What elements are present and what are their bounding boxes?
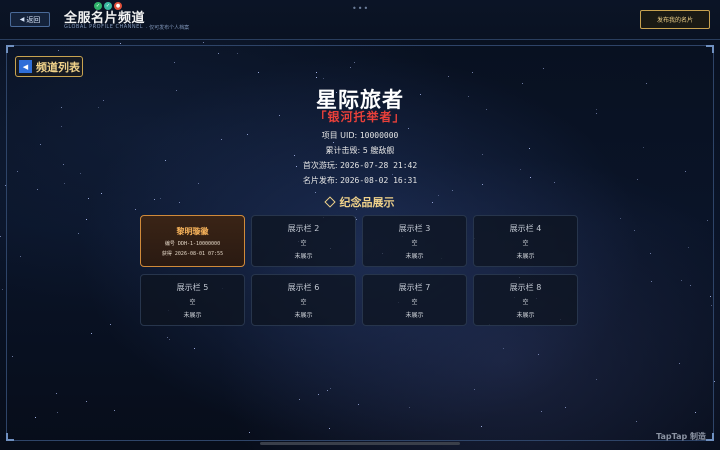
showcase-grid: 黎明璇徽 编号 DDH-1-10000000 获得 2026-08-01 07:… xyxy=(140,215,578,326)
published-value: 2026-08-02 16:31 xyxy=(340,176,418,185)
slot-status: 未展示 xyxy=(294,252,313,260)
star-dot xyxy=(714,381,715,382)
kills-value: 5 艘敌舰 xyxy=(362,146,395,155)
panel-corner xyxy=(706,45,714,53)
kills-label: 累计击毁: xyxy=(325,146,361,155)
published-row: 名片发布: 2026-08-02 16:31 xyxy=(0,175,720,186)
panel-corner xyxy=(6,433,14,441)
slot-title: 展示栏 7 xyxy=(398,282,431,292)
first-play-value: 2026-07-28 21:42 xyxy=(340,161,418,170)
star-dot xyxy=(0,236,1,237)
showcase-title: 纪念品展示 xyxy=(339,196,395,209)
profile-epithet: 「银河托举者」 xyxy=(314,110,406,124)
slot-state: 空 xyxy=(300,239,307,247)
drag-handle-icon[interactable]: ••• xyxy=(352,4,369,13)
uid-row: 项目 UID: 10000000 xyxy=(0,130,720,141)
left-triangle-icon: ◀ xyxy=(19,60,32,73)
back-triangle-icon: ◀ xyxy=(19,16,25,23)
showcase-slot-5[interactable]: 展示栏 5 空 未展示 xyxy=(140,274,245,326)
slot-status: 未展示 xyxy=(405,311,424,319)
slot-title: 展示栏 3 xyxy=(398,223,431,233)
showcase-slot-3[interactable]: 展示栏 3 空 未展示 xyxy=(362,215,467,267)
back-button-label: 返回 xyxy=(26,15,41,24)
uid-value: 10000000 xyxy=(359,131,399,140)
showcase-slot-2[interactable]: 展示栏 2 空 未展示 xyxy=(251,215,356,267)
slot-state: 空 xyxy=(522,239,529,247)
slot-title: 黎明璇徽 xyxy=(176,226,209,236)
slot-state: 空 xyxy=(411,239,418,247)
slot-status: 未展示 xyxy=(516,252,535,260)
showcase-slot-4[interactable]: 展示栏 4 空 未展示 xyxy=(473,215,578,267)
kills-row: 累计击毁: 5 艘敌舰 xyxy=(0,145,720,156)
channel-hint: · 仅可发布个人档案 xyxy=(146,25,190,31)
slot-status: 未展示 xyxy=(405,252,424,260)
showcase-header: 纪念品展示 xyxy=(0,194,720,210)
back-button[interactable]: ◀ 返回 xyxy=(10,12,50,27)
slot-title: 展示栏 2 xyxy=(287,223,320,233)
slot-state: 空 xyxy=(189,298,196,306)
uid-label: 项目 UID: xyxy=(321,131,358,140)
slot-title: 展示栏 5 xyxy=(176,282,209,292)
slot-state: 空 xyxy=(411,298,418,306)
slot-status: 未展示 xyxy=(183,311,202,319)
channel-list-label: 频道列表 xyxy=(36,60,80,74)
diamond-icon xyxy=(323,196,336,208)
star-dot xyxy=(2,289,3,290)
slot-title: 展示栏 6 xyxy=(287,282,320,292)
watermark-logo: TapTap 制造 xyxy=(656,432,706,441)
showcase-slot-6[interactable]: 展示栏 6 空 未展示 xyxy=(251,274,356,326)
channel-list-button[interactable]: ◀ 频道列表 xyxy=(15,56,83,77)
slot-title: 展示栏 4 xyxy=(509,223,542,233)
slot-state: 空 xyxy=(300,298,307,306)
top-bar: ◀ 返回 ✓ ✓ ● 全服名片频道 GLOBAL PROFILE CHANNEL… xyxy=(0,0,720,40)
panel-corner xyxy=(706,433,714,441)
first-play-label: 首次游玩: xyxy=(302,161,338,170)
first-play-row: 首次游玩: 2026-07-28 21:42 xyxy=(0,160,720,171)
star-dot xyxy=(203,42,204,43)
publish-profile-button[interactable]: 发布我的名片 xyxy=(640,10,710,29)
slot-title: 展示栏 8 xyxy=(509,282,542,292)
slot-state: 空 xyxy=(522,298,529,306)
slot-acquired: 获得 2026-08-01 07:55 xyxy=(161,250,224,257)
published-label: 名片发布: xyxy=(302,176,338,185)
panel-corner xyxy=(6,45,14,53)
star-dot xyxy=(120,43,121,44)
slot-status: 未展示 xyxy=(294,311,313,319)
channel-subtitle: GLOBAL PROFILE CHANNEL xyxy=(64,24,144,30)
showcase-slot-7[interactable]: 展示栏 7 空 未展示 xyxy=(362,274,467,326)
slot-serial: 编号 DDH-1-10000000 xyxy=(164,240,221,247)
slot-status: 未展示 xyxy=(516,311,535,319)
showcase-slot-8[interactable]: 展示栏 8 空 未展示 xyxy=(473,274,578,326)
showcase-slot-1[interactable]: 黎明璇徽 编号 DDH-1-10000000 获得 2026-08-01 07:… xyxy=(140,215,245,267)
horizontal-scrollbar[interactable] xyxy=(260,442,460,445)
